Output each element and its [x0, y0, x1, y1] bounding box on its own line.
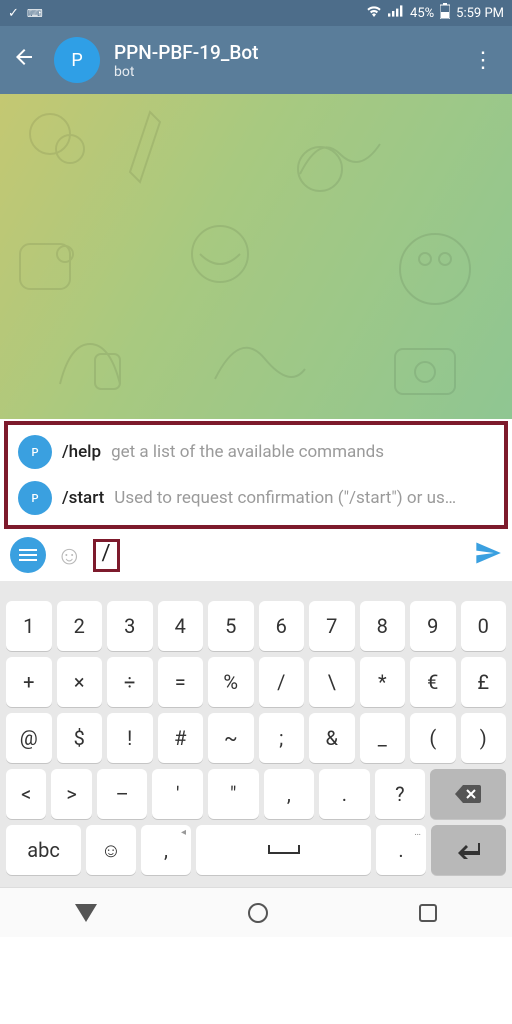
key-punct[interactable]: ? — [375, 769, 426, 819]
chat-title: PPN-PBF-19_Bot — [114, 41, 258, 64]
chat-header: P PPN-PBF-19_Bot bot ⋮ — [0, 26, 512, 94]
space-key[interactable] — [196, 825, 371, 875]
key-sym[interactable]: £ — [461, 657, 507, 707]
key-sym[interactable]: + — [6, 657, 52, 707]
command-suggestion-help[interactable]: P /help get a list of the available comm… — [8, 429, 504, 475]
comma-key[interactable]: , — [141, 825, 191, 875]
key-sym[interactable]: * — [360, 657, 406, 707]
bot-menu-button[interactable] — [10, 537, 46, 573]
key-sym[interactable]: ) — [461, 713, 507, 763]
command-description: Used to request confirmation ("/start") … — [114, 488, 494, 508]
key-0[interactable]: 0 — [461, 601, 507, 651]
overflow-menu-button[interactable]: ⋮ — [466, 48, 500, 73]
nav-recents-button[interactable] — [419, 904, 437, 922]
key-sym[interactable]: ; — [259, 713, 305, 763]
keyboard-status-icon: ⌨ — [27, 7, 43, 20]
key-punct[interactable]: ' — [152, 769, 203, 819]
key-6[interactable]: 6 — [259, 601, 305, 651]
key-5[interactable]: 5 — [208, 601, 254, 651]
command-name: /help — [62, 442, 101, 462]
checkmark-icon: ✓ — [8, 6, 19, 21]
nav-back-button[interactable] — [75, 904, 97, 922]
key-7[interactable]: 7 — [309, 601, 355, 651]
command-suggestion-panel: P /help get a list of the available comm… — [4, 421, 508, 529]
command-suggestion-start[interactable]: P /start Used to request confirmation ("… — [8, 475, 504, 521]
key-sym[interactable]: / — [259, 657, 305, 707]
key-sym[interactable]: ÷ — [107, 657, 153, 707]
clock-text: 5:59 PM — [456, 6, 504, 21]
key-sym[interactable]: \ — [309, 657, 355, 707]
key-sym[interactable]: # — [158, 713, 204, 763]
soft-keyboard: 1234567890 +×÷=%/\*€£ @$!#~;&_() <>–'",.… — [0, 581, 512, 887]
key-chev[interactable]: > — [51, 769, 91, 819]
android-nav-bar — [0, 887, 512, 937]
key-sym[interactable]: € — [410, 657, 456, 707]
emoji-button[interactable]: ☺ — [56, 540, 83, 571]
key-punct[interactable]: – — [97, 769, 148, 819]
key-sym[interactable]: ! — [107, 713, 153, 763]
enter-key[interactable] — [431, 825, 506, 875]
command-name: /start — [62, 488, 104, 508]
battery-icon — [440, 3, 450, 23]
battery-text: 45% — [410, 6, 434, 21]
signal-icon — [388, 5, 404, 21]
key-punct[interactable]: " — [208, 769, 259, 819]
message-input[interactable]: / — [93, 539, 120, 572]
key-sym[interactable]: $ — [57, 713, 103, 763]
send-button[interactable] — [474, 539, 502, 571]
period-key[interactable]: . — [376, 825, 426, 875]
back-button[interactable] — [12, 45, 44, 75]
key-8[interactable]: 8 — [360, 601, 406, 651]
key-sym[interactable]: & — [309, 713, 355, 763]
nav-home-button[interactable] — [248, 903, 268, 923]
header-titles[interactable]: PPN-PBF-19_Bot bot — [114, 41, 258, 80]
key-sym[interactable]: × — [57, 657, 103, 707]
avatar-initial: P — [71, 50, 82, 71]
key-1[interactable]: 1 — [6, 601, 52, 651]
chat-subtitle: bot — [114, 64, 258, 80]
emoji-key[interactable]: ☺ — [86, 825, 136, 875]
wifi-icon — [366, 5, 382, 21]
bot-avatar-small: P — [18, 435, 52, 469]
key-sym[interactable]: ( — [410, 713, 456, 763]
key-sym[interactable]: @ — [6, 713, 52, 763]
key-punct[interactable]: . — [319, 769, 370, 819]
message-input-bar: ☺ / — [0, 533, 512, 581]
command-description: get a list of the available commands — [111, 442, 494, 462]
mode-abc-key[interactable]: abc — [6, 825, 81, 875]
key-3[interactable]: 3 — [107, 601, 153, 651]
key-sym[interactable]: _ — [360, 713, 406, 763]
key-sym[interactable]: % — [208, 657, 254, 707]
key-sym[interactable]: ~ — [208, 713, 254, 763]
bot-avatar-small: P — [18, 481, 52, 515]
bot-avatar[interactable]: P — [54, 37, 100, 83]
key-9[interactable]: 9 — [410, 601, 456, 651]
status-bar: ✓ ⌨ 45% 5:59 PM — [0, 0, 512, 26]
key-chev[interactable]: < — [6, 769, 46, 819]
key-sym[interactable]: = — [158, 657, 204, 707]
key-4[interactable]: 4 — [158, 601, 204, 651]
backspace-key[interactable] — [430, 769, 506, 819]
key-punct[interactable]: , — [264, 769, 315, 819]
chat-wallpaper — [0, 94, 512, 419]
key-2[interactable]: 2 — [57, 601, 103, 651]
